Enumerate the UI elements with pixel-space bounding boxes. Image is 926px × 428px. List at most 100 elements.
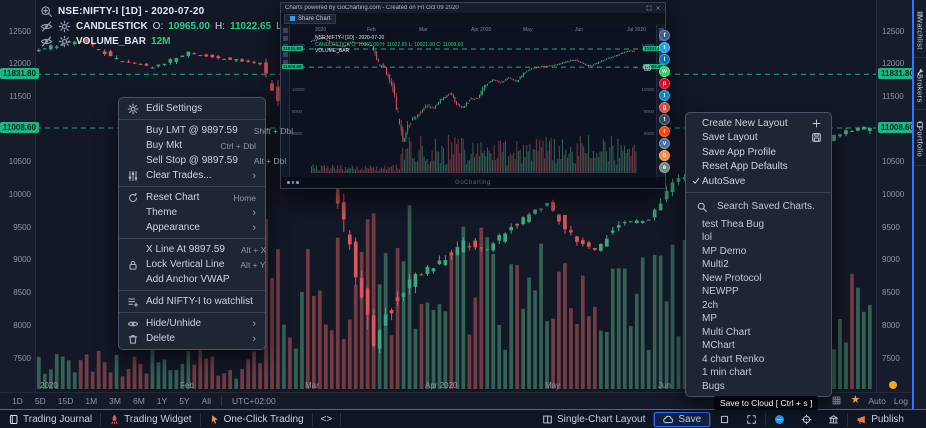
saved-chart-item[interactable]: Multi2 [686,258,831,272]
saved-chart-item[interactable]: 1 min chart [686,366,831,380]
layout-menu-item[interactable]: Save App Profile [686,145,831,160]
save-button[interactable]: Save [654,412,710,427]
expand-button[interactable] [738,412,765,427]
hide-volume-icon[interactable] [40,35,53,48]
squareicn-button[interactable] [711,412,738,427]
price-tick: 11500 [877,92,912,101]
share-vk-button[interactable]: v [659,138,670,149]
sidebar-tab-brokers[interactable]: Brokers [914,58,926,111]
eye-icon [127,318,139,330]
share-twitter-button[interactable]: t [659,42,670,53]
timezone-label[interactable]: UTC+02:00 [226,396,282,406]
saved-chart-item[interactable]: NEWPP [686,285,831,299]
share-chart-tab[interactable]: Share Chart [284,14,336,24]
expand-icon [746,414,757,425]
timeframe-15d[interactable]: 15D [52,396,80,406]
context-menu-item[interactable]: X Line At 9897.59Alt + X [119,242,265,257]
context-menu-item[interactable]: Edit Settings [119,101,265,116]
share-pinterest-button[interactable]: p [659,78,670,89]
volume-settings-icon[interactable] [58,35,71,48]
sidebar-tab-watchlist[interactable]: Watchlist [914,0,926,58]
grid-settings-icon[interactable] [831,395,842,406]
layout-menu-item[interactable]: Save Layout [686,131,831,146]
favorite-star-icon[interactable]: ★ [850,395,860,406]
share-facebook-button[interactable]: f [659,30,670,41]
chat-button[interactable] [766,412,793,427]
saved-chart-item[interactable]: Bugs [686,380,831,394]
saved-charts-search-input[interactable]: Search Saved Charts. [686,196,831,218]
share-whatsapp-button[interactable]: w [659,66,670,77]
timeframe-3m[interactable]: 3M [103,396,127,406]
context-menu-item[interactable]: Buy MktCtrl + Dbl [119,138,265,153]
publish-button[interactable]: Publish [848,412,912,427]
context-menu-item[interactable]: Buy LMT @ 9897.59Shift + Dbl [119,123,265,138]
popup-close-icon[interactable] [655,5,661,11]
saved-chart-item[interactable]: test Thea Bug [686,218,831,232]
share-tumblr-button[interactable]: t [659,114,670,125]
context-menu-item[interactable]: Appearance› [119,220,265,235]
auto-scale-toggle[interactable]: Auto [868,396,886,406]
sidebar-tab-label: Watchlist [916,16,925,50]
context-menu-item[interactable]: Hide/Unhide› [119,316,265,331]
saved-chart-item[interactable]: 2ch [686,299,831,313]
context-menu-item[interactable]: Clear Trades...› [119,168,265,183]
menu-item-shortcut: Ctrl + Dbl [220,141,256,151]
symbol-title[interactable]: NSE:NIFTY-I [1D] - 2020-07-20 [58,6,204,17]
layout-menu-item[interactable]: Reset App Defaults [686,160,831,175]
saved-chart-item[interactable]: Multi Chart [686,326,831,340]
saved-chart-item[interactable]: lol [686,231,831,245]
sidebar-tab-portfolio[interactable]: Portfolio [914,110,926,165]
layout-menu-item[interactable]: Create New Layout [686,116,831,131]
context-menu-item[interactable]: Delete› [119,331,265,346]
bank-button[interactable] [820,412,847,427]
camera-icon[interactable] [643,59,652,68]
price-axis-left[interactable]: 1250012000115001050010000950090008500800… [0,0,36,392]
-button[interactable]: <> [313,412,341,427]
mini-month-label: May [523,27,532,33]
saved-chart-item[interactable]: MP Demo [686,245,831,259]
price-axis-right[interactable]: 1250012000115001050010000950090008500800… [876,0,912,392]
share-gmail-button[interactable]: g [659,102,670,113]
context-menu-item[interactable]: Lock Vertical LineAlt + Y [119,257,265,272]
context-menu-item[interactable]: Add Anchor VWAP [119,272,265,287]
mini-month-label: Mar [419,27,428,33]
timeframe-1d[interactable]: 1D [6,396,29,406]
share-chart-tab-label: Share Chart [298,16,330,22]
context-menu-item[interactable]: Reset ChartHome [119,190,265,205]
zoom-icon[interactable] [40,5,53,18]
share-reddit-button[interactable]: r [659,126,670,137]
share-linkedin-button[interactable]: l [659,54,670,65]
context-menu-item[interactable]: Add NIFTY-I to watchlist [119,294,265,309]
layout-menu-item[interactable]: AutoSave [686,174,831,189]
saved-chart-item[interactable]: MP [686,312,831,326]
megaphone-icon [856,414,867,425]
price-badge: 11831.80 [0,68,39,79]
trading-widget-button[interactable]: Trading Widget [101,412,199,427]
timeframe-5d[interactable]: 5D [29,396,52,406]
timeframe-6m[interactable]: 6M [127,396,151,406]
saved-chart-item[interactable]: New Protocol [686,272,831,286]
crosshair-button[interactable] [793,412,820,427]
trading-journal-button[interactable]: Trading Journal [0,412,100,427]
share-telegram-button[interactable]: t [659,90,670,101]
price-tick: 7500 [0,354,35,363]
share-blogger-button[interactable]: b [659,150,670,161]
log-scale-toggle[interactable]: Log [894,396,908,406]
context-menu-item[interactable]: Theme› [119,205,265,220]
saved-chart-item[interactable]: MChart [686,339,831,353]
share-email-button[interactable]: e [659,162,670,173]
timeframe-1m[interactable]: 1M [79,396,103,406]
price-tick: 12000 [0,59,35,68]
saved-chart-item[interactable]: 4 chart Renko [686,353,831,367]
timeframe-all[interactable]: All [196,396,217,406]
popup-expand-icon[interactable] [646,5,652,11]
mini-month-label: Jun [575,27,583,33]
context-menu-item[interactable]: Sell Stop @ 9897.59Alt + Dbl [119,153,265,168]
timeframe-5y[interactable]: 5Y [173,396,195,406]
hide-study-icon[interactable] [40,20,53,33]
study-settings-icon[interactable] [58,20,71,33]
price-tick: 10500 [0,157,35,166]
single-chart-layout-button[interactable]: Single-Chart Layout [534,412,653,427]
one-click-trading-button[interactable]: One-Click Trading [201,412,312,427]
timeframe-1y[interactable]: 1Y [151,396,173,406]
